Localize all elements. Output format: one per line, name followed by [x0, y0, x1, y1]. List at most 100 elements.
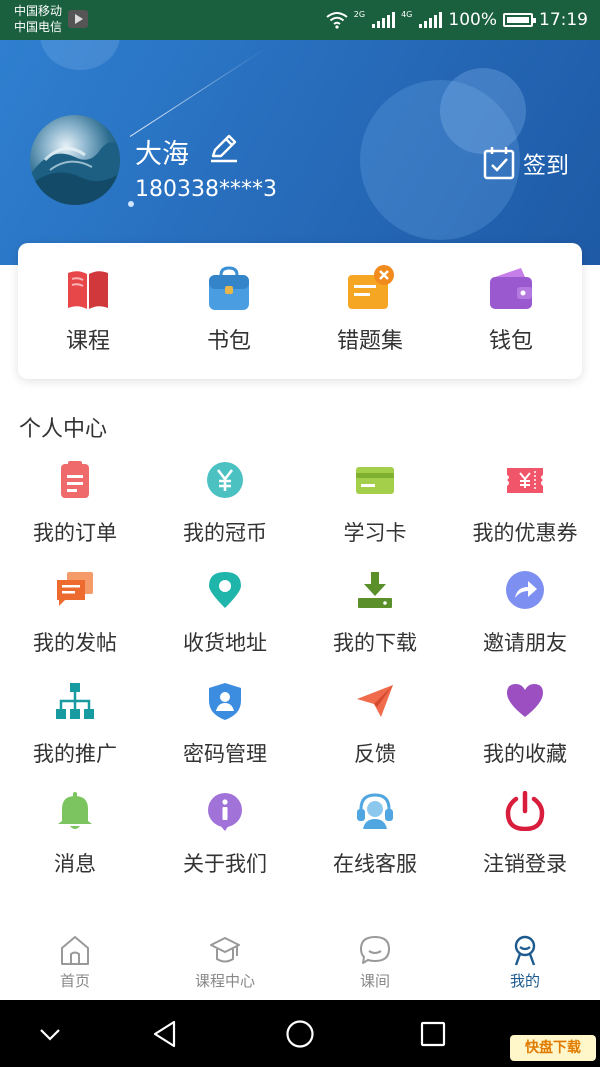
posts-icon [57, 572, 93, 606]
checkin-button[interactable]: 签到 [483, 146, 569, 180]
menu-item-label: 我的冠币 [183, 521, 267, 545]
decor-bubble [40, 40, 120, 70]
menu-item-coins[interactable]: 我的冠币 [150, 460, 300, 547]
decor-bubble [440, 68, 526, 154]
bell-icon [58, 792, 92, 829]
menu-item-label: 我的推广 [33, 742, 117, 766]
signal-1-type: 2G [353, 9, 366, 19]
battery-percent: 100% [448, 10, 497, 30]
menu-item-label: 学习卡 [343, 521, 407, 545]
menu-item-label: 我的订单 [33, 521, 117, 545]
wallet-icon [490, 268, 532, 309]
hierarchy-icon [56, 683, 94, 719]
share-icon [506, 571, 544, 609]
menu-item-label: 注销登录 [483, 852, 567, 876]
schoolbag-icon [209, 266, 249, 310]
chat-bubble-icon [360, 936, 390, 964]
carrier-info: 中国移动 中国电信 [14, 3, 62, 35]
menu-item-orders[interactable]: 我的订单 [0, 460, 150, 547]
quick-item-course[interactable]: 课程 [33, 265, 143, 355]
menu-item-label: 邀请朋友 [483, 631, 567, 655]
quick-item-mistakes[interactable]: 错题集 [315, 265, 425, 355]
book-icon [68, 271, 108, 309]
signal-2-type: 4G [401, 9, 413, 19]
hide-keyboard-icon[interactable] [34, 1018, 66, 1050]
quick-actions-card: 课程 书包 错题集 钱包 [18, 243, 582, 379]
calendar-check-icon [483, 147, 515, 180]
quick-item-label: 钱包 [488, 329, 533, 354]
menu-item-promotion[interactable]: 我的推广 [0, 681, 150, 768]
menu-item-support[interactable]: 在线客服 [300, 791, 450, 878]
menu-item-address[interactable]: 收货地址 [150, 570, 300, 657]
download-icon [358, 572, 392, 608]
menu-item-label: 我的收藏 [483, 742, 567, 766]
nav-item-label: 课间 [359, 972, 390, 990]
menu-item-logout[interactable]: 注销登录 [450, 791, 600, 878]
home-icon [61, 936, 89, 965]
mistakes-icon [348, 265, 394, 309]
card-icon [356, 467, 394, 494]
carrier-2: 中国电信 [14, 20, 63, 34]
menu-item-favorites[interactable]: 我的收藏 [450, 681, 600, 768]
menu-item-study-card[interactable]: 学习卡 [300, 460, 450, 547]
info-icon [208, 793, 242, 831]
quick-item-label: 课程 [65, 329, 110, 354]
menu-item-label: 我的发帖 [33, 631, 117, 655]
quick-item-schoolbag[interactable]: 书包 [174, 265, 284, 355]
shield-user-icon [209, 683, 241, 720]
back-icon[interactable] [150, 1018, 182, 1050]
nav-item-label: 首页 [59, 972, 90, 990]
carrier-1: 中国移动 [14, 4, 63, 18]
bottom-nav: 首页 课程中心 课间 我的 [0, 920, 600, 1000]
wifi-icon [326, 12, 348, 29]
avatar[interactable] [30, 115, 120, 205]
order-icon [61, 461, 89, 498]
edit-icon[interactable] [207, 132, 239, 164]
nav-item-mine[interactable]: 我的 [450, 934, 600, 991]
menu-item-label: 关于我们 [183, 852, 267, 876]
menu-item-feedback[interactable]: 反馈 [300, 681, 450, 768]
location-icon [209, 572, 241, 608]
paper-plane-icon [357, 685, 393, 717]
menu-item-password[interactable]: 密码管理 [150, 681, 300, 768]
nav-item-label: 课程中心 [194, 972, 255, 990]
coupon-icon [507, 468, 543, 493]
graduation-cap-icon [210, 937, 240, 963]
status-bar: 中国移动 中国电信 2G 4G 100% 17:19 [0, 0, 600, 40]
signal-1-icon [372, 12, 396, 28]
decor-streak [129, 48, 265, 137]
menu-item-about[interactable]: 关于我们 [150, 791, 300, 878]
nav-item-break[interactable]: 课间 [300, 934, 450, 991]
menu-item-label: 反馈 [354, 742, 396, 766]
menu-item-messages[interactable]: 消息 [0, 791, 150, 878]
wave-image [30, 141, 120, 205]
menu-item-label: 收货地址 [183, 631, 267, 655]
user-name: 大海 [135, 139, 189, 170]
menu-item-coupons[interactable]: 我的优惠券 [450, 460, 600, 547]
nav-item-home[interactable]: 首页 [0, 934, 150, 991]
menu-item-invite[interactable]: 邀请朋友 [450, 570, 600, 657]
quick-item-wallet[interactable]: 钱包 [456, 265, 566, 355]
user-phone: 180338****3 [135, 177, 277, 202]
menu-item-posts[interactable]: 我的发帖 [0, 570, 150, 657]
quick-item-label: 书包 [206, 329, 251, 354]
menu-item-label: 密码管理 [183, 742, 267, 766]
checkin-label: 签到 [523, 153, 569, 179]
menu-item-label: 在线客服 [333, 852, 417, 876]
status-indicators: 2G 4G 100% 17:19 [326, 0, 588, 40]
user-icon [514, 935, 536, 966]
nav-item-courses[interactable]: 课程中心 [150, 934, 300, 991]
home-circle-icon[interactable] [284, 1018, 316, 1050]
menu-item-label: 我的优惠券 [472, 521, 578, 545]
media-play-icon [68, 10, 88, 28]
headset-icon [357, 793, 393, 829]
signal-2-icon [419, 12, 443, 28]
section-title: 个人中心 [19, 417, 108, 442]
menu-item-downloads[interactable]: 我的下载 [300, 570, 450, 657]
coin-icon [207, 462, 243, 498]
watermark-logo: 快盘下载 [510, 1035, 596, 1061]
heart-icon [507, 684, 543, 717]
recents-icon[interactable] [417, 1018, 449, 1050]
quick-item-label: 错题集 [336, 329, 403, 354]
power-icon [505, 791, 545, 831]
